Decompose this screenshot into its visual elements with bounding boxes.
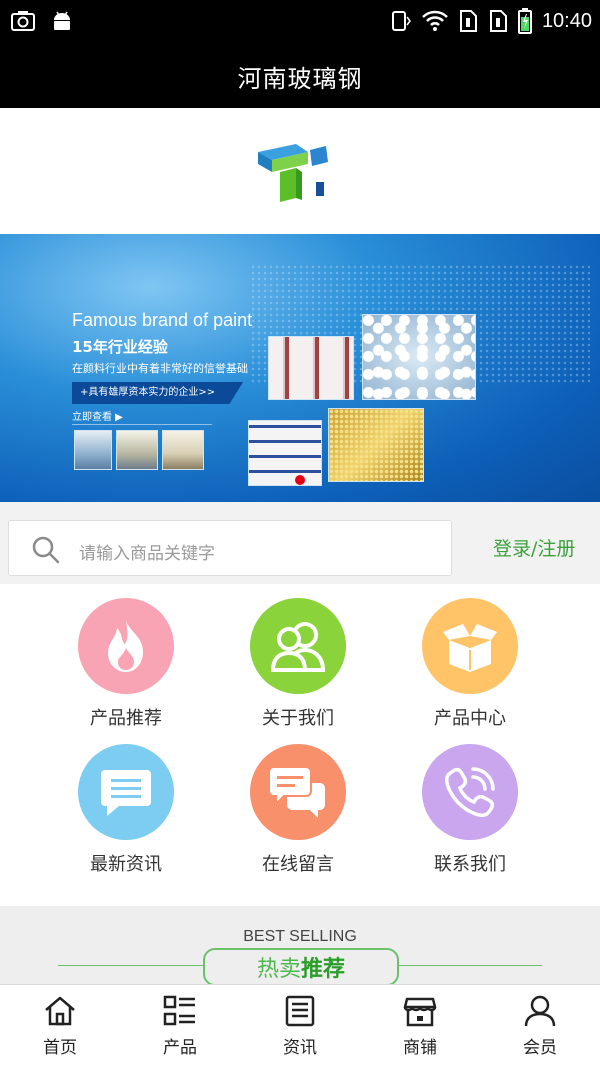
tab-label: 会员 bbox=[523, 1038, 557, 1058]
menu-item-product-recommend[interactable]: 产品推荐 bbox=[56, 598, 196, 730]
sim1-icon bbox=[459, 10, 477, 32]
menu-label: 最新资讯 bbox=[90, 854, 162, 875]
android-icon bbox=[54, 11, 70, 30]
app-header: 河南玻璃钢 bbox=[0, 44, 600, 108]
banner-description: 在颜料行业中有着非常好的信誉基础 bbox=[72, 362, 248, 375]
product-image-sacks bbox=[268, 336, 354, 400]
carousel-indicator[interactable] bbox=[295, 475, 305, 485]
menu-label: 关于我们 bbox=[262, 708, 334, 729]
menu-item-about-us[interactable]: 关于我们 bbox=[228, 598, 368, 730]
menu-label: 在线留言 bbox=[262, 854, 334, 875]
search-placeholder: 请输入商品关键字 bbox=[79, 544, 215, 564]
search-icon bbox=[32, 536, 60, 564]
box-icon bbox=[443, 624, 497, 672]
menu-item-contact-us[interactable]: 联系我们 bbox=[400, 744, 540, 876]
best-selling-english: BEST SELLING bbox=[243, 928, 357, 945]
best-selling-title-part1: 热卖 bbox=[256, 957, 301, 982]
menu-circle bbox=[78, 744, 174, 840]
status-bar: 10:40 bbox=[0, 0, 600, 44]
battery-icon bbox=[517, 8, 532, 34]
chat-icon bbox=[268, 766, 325, 818]
menu-item-latest-news[interactable]: 最新资讯 bbox=[56, 744, 196, 876]
menu-item-online-message[interactable]: 在线留言 bbox=[228, 744, 368, 876]
phone-icon bbox=[445, 767, 495, 817]
screenshot-icon bbox=[11, 11, 35, 31]
banner-more-link[interactable]: 立即查看 ▶ bbox=[72, 408, 123, 423]
product-image-bucket-1 bbox=[74, 430, 112, 470]
banner-pill: +具有雄厚资本实力的企业>> bbox=[72, 382, 244, 404]
news-icon bbox=[285, 995, 315, 1027]
tab-member[interactable]: 会员 bbox=[480, 985, 600, 1067]
wifi-icon bbox=[422, 10, 448, 31]
logo-area bbox=[0, 108, 600, 234]
product-image-bucket-3 bbox=[162, 430, 204, 470]
best-selling-section: BEST SELLING 热卖 推荐 bbox=[0, 906, 600, 986]
store-icon bbox=[403, 997, 437, 1027]
vibrate-icon bbox=[391, 11, 411, 31]
best-selling-title-part2: 推荐 bbox=[301, 957, 346, 982]
divider bbox=[58, 965, 203, 966]
product-image-aerosil-bags bbox=[248, 420, 322, 486]
users-icon bbox=[270, 622, 326, 672]
tab-products[interactable]: 产品 bbox=[120, 985, 240, 1067]
promo-banner[interactable]: Famous brand of paint 15年行业经验 在颜料行业中有着非常… bbox=[0, 234, 600, 502]
tab-label: 产品 bbox=[163, 1038, 197, 1058]
divider bbox=[399, 965, 542, 966]
menu-grid: 产品推荐 关于我们 产品中心 最新资讯 在线留言 联系我们 bbox=[0, 584, 600, 906]
product-image-glass-beads bbox=[362, 314, 476, 400]
product-image-gold-powder bbox=[328, 408, 424, 482]
page-title: 河南玻璃钢 bbox=[237, 64, 363, 93]
banner-title: Famous brand of paint bbox=[72, 310, 253, 330]
user-icon bbox=[524, 995, 556, 1027]
tab-news[interactable]: 资讯 bbox=[240, 985, 360, 1067]
company-logo bbox=[258, 144, 328, 202]
tab-store[interactable]: 商铺 bbox=[360, 985, 480, 1067]
tab-label: 资讯 bbox=[283, 1038, 317, 1058]
best-selling-title: 热卖 推荐 bbox=[203, 948, 399, 986]
divider bbox=[72, 424, 212, 425]
search-row: 请输入商品关键字 登录/注册 bbox=[0, 502, 600, 584]
fire-icon bbox=[108, 620, 143, 672]
bottom-tab-bar: 首页 产品 资讯 商铺 会员 bbox=[0, 984, 600, 1067]
menu-circle bbox=[78, 598, 174, 694]
list-icon bbox=[163, 995, 195, 1026]
tab-label: 商铺 bbox=[403, 1038, 437, 1058]
menu-item-product-center[interactable]: 产品中心 bbox=[400, 598, 540, 730]
message-icon bbox=[101, 770, 151, 816]
product-image-bucket-2 bbox=[116, 430, 158, 470]
menu-label: 联系我们 bbox=[434, 854, 506, 875]
menu-circle bbox=[422, 744, 518, 840]
menu-circle bbox=[250, 598, 346, 694]
home-icon bbox=[45, 996, 75, 1026]
login-register-link[interactable]: 登录/注册 bbox=[493, 534, 575, 561]
search-input[interactable]: 请输入商品关键字 bbox=[8, 520, 452, 576]
sim2-icon bbox=[489, 10, 507, 32]
menu-label: 产品推荐 bbox=[90, 708, 162, 729]
clock: 10:40 bbox=[541, 9, 592, 32]
menu-circle bbox=[422, 598, 518, 694]
tab-home[interactable]: 首页 bbox=[0, 985, 120, 1067]
menu-circle bbox=[250, 744, 346, 840]
banner-subtitle: 15年行业经验 bbox=[72, 338, 168, 356]
menu-label: 产品中心 bbox=[434, 708, 506, 729]
tab-label: 首页 bbox=[43, 1038, 77, 1058]
